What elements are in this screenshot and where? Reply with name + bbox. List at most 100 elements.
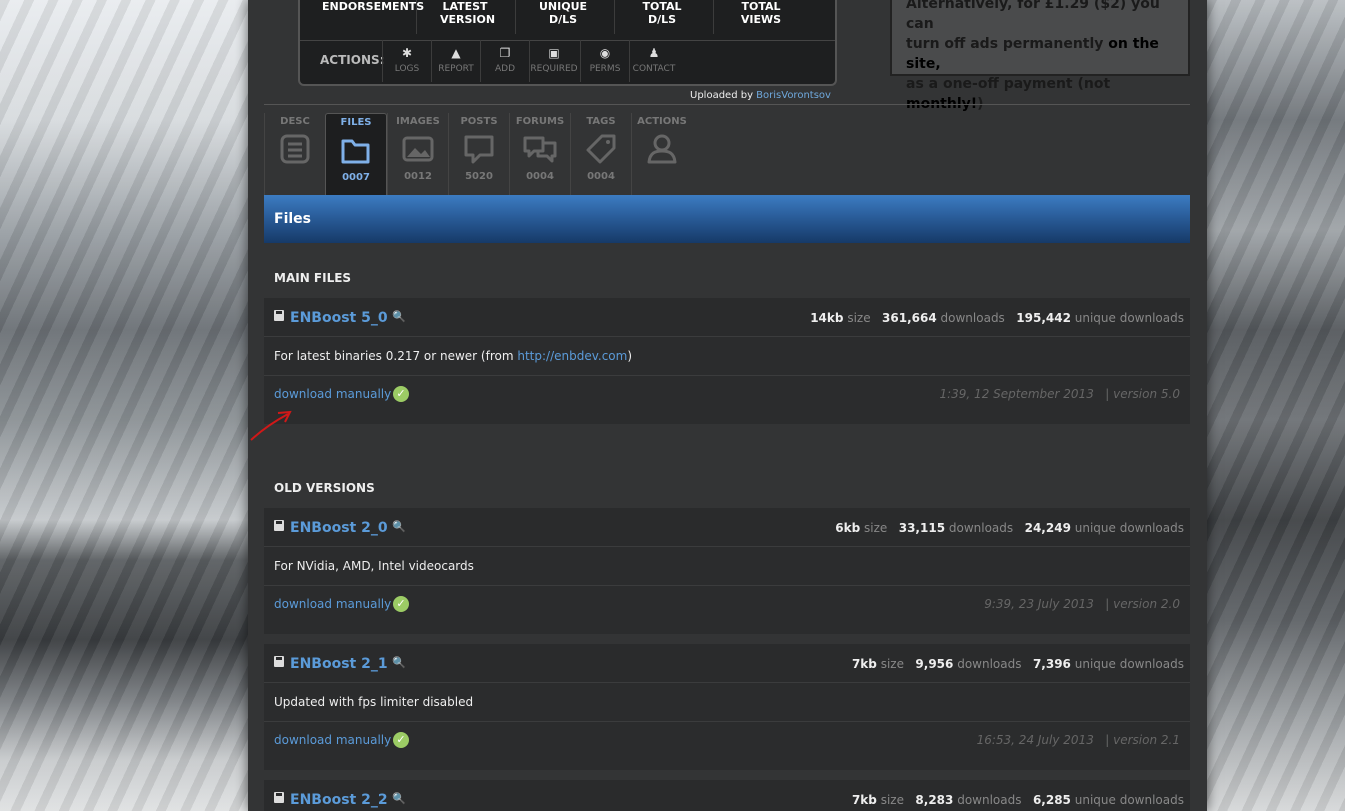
tab-count: 0007 <box>342 172 370 183</box>
tab-tags[interactable]: TAGS 0004 <box>570 113 631 197</box>
stat-endorsements-label: ENDORSEMENTS <box>322 0 425 13</box>
forums-icon <box>523 136 557 163</box>
divider <box>515 0 516 34</box>
folder-icon <box>341 139 370 164</box>
ad-line: turn off ads permanently <box>906 36 1109 52</box>
file-name-link[interactable]: ENBoost 2_2 <box>290 792 388 808</box>
unique-downloads-label: unique downloads <box>1074 311 1184 325</box>
downloads-label: downloads <box>948 521 1014 535</box>
size-label: size <box>880 793 904 807</box>
file-stats: 7kb size 8,283 downloads 6,285 unique do… <box>852 793 1184 807</box>
files-banner: Files <box>264 195 1190 243</box>
disk-icon <box>274 792 284 803</box>
stat-label-line: TOTAL <box>741 0 781 13</box>
tab-images[interactable]: IMAGES 0012 <box>387 113 448 197</box>
file-card: ENBoost 2_0 🔍 6kb size 33,115 downloads … <box>264 508 1190 634</box>
download-manually-link[interactable]: download manually <box>274 387 391 401</box>
background-mountains-left <box>0 0 248 811</box>
disk-icon <box>274 310 284 321</box>
description-text: ) <box>627 349 633 363</box>
search-icon[interactable]: 🔍 <box>392 656 406 669</box>
stat-label-line: UNIQUE <box>538 0 588 13</box>
download-manually-link[interactable]: download manually <box>274 733 391 747</box>
stat-endorsements: ENDORSEMENTS <box>322 0 424 13</box>
date-text: 9:39, 23 July 2013 <box>984 597 1094 611</box>
file-description: Updated with fps limiter disabled <box>264 683 1190 722</box>
file-card: ENBoost 2_2 🔍 7kb size 8,283 downloads 6… <box>264 780 1190 811</box>
contact-icon: ♟ <box>648 46 660 60</box>
desc-icon <box>280 134 310 164</box>
tab-label: IMAGES <box>396 116 440 127</box>
action-logs[interactable]: ✱ LOGS <box>382 40 431 82</box>
check-icon: ✓ <box>393 596 409 612</box>
file-name-link[interactable]: ENBoost 2_0 <box>290 520 388 536</box>
tab-label: TAGS <box>586 116 616 127</box>
stat-label-line: LATEST <box>442 0 488 13</box>
actions-label: ACTIONS: <box>320 53 385 67</box>
description-text: For latest binaries 0.217 or newer (from <box>274 349 518 363</box>
file-downloads: 33,115 <box>898 521 946 535</box>
file-size: 6kb <box>835 521 861 535</box>
file-size: 7kb <box>851 793 877 807</box>
action-report[interactable]: ▲ REPORT <box>431 40 480 82</box>
ad-box: Alternatively, for £1.29 ($2) you can tu… <box>890 0 1190 112</box>
tab-label: ACTIONS <box>637 116 687 127</box>
unique-downloads-label: unique downloads <box>1074 657 1184 671</box>
section-old-versions: OLD VERSIONS <box>274 481 375 495</box>
tab-count: 0004 <box>587 171 615 182</box>
search-icon[interactable]: 🔍 <box>392 520 406 533</box>
tab-actions[interactable]: ACTIONS <box>631 113 692 197</box>
tab-files[interactable]: FILES 0007 <box>325 113 387 198</box>
date-text: 1:39, 12 September 2013 <box>939 387 1094 401</box>
file-description: For NVidia, AMD, Intel videocards <box>264 547 1190 586</box>
tag-icon <box>586 134 616 164</box>
tab-posts[interactable]: POSTS 5020 <box>448 113 509 197</box>
mod-stats-panel: ENDORSEMENTS LATEST VERSION UNIQUE D/LS TO… <box>298 0 837 86</box>
file-description-text: For latest binaries 0.217 or newer (from… <box>274 349 632 363</box>
file-stats: 14kb size 361,664 downloads 195,442 uniq… <box>810 311 1184 325</box>
search-icon[interactable]: 🔍 <box>392 792 406 805</box>
download-manually-link[interactable]: download manually <box>274 597 391 611</box>
tab-desc[interactable]: DESC <box>264 113 325 197</box>
ad-line: Alternatively, for £1.29 ($2) you can <box>906 0 1160 32</box>
file-date: 16:53, 24 July 2013 | version 2.1 <box>977 733 1180 747</box>
search-icon[interactable]: 🔍 <box>392 310 406 323</box>
file-card: ENBoost 5_0 🔍 14kb size 361,664 download… <box>264 298 1190 424</box>
action-label: CONTACT <box>632 64 676 74</box>
tab-label: DESC <box>280 116 310 127</box>
action-add[interactable]: ❐ ADD <box>480 40 529 82</box>
tab-forums[interactable]: FORUMS 0004 <box>509 113 570 197</box>
unique-downloads-label: unique downloads <box>1074 521 1184 535</box>
action-perms[interactable]: ◉ PERMS <box>580 40 629 82</box>
file-footer: download manually ✓ 9:39, 23 July 2013 |… <box>264 586 1190 634</box>
unique-downloads-label: unique downloads <box>1074 793 1184 807</box>
file-name-link[interactable]: ENBoost 2_1 <box>290 656 388 672</box>
file-unique-downloads: 7,396 <box>1032 657 1071 671</box>
file-downloads: 9,956 <box>915 657 954 671</box>
file-header: ENBoost 5_0 🔍 14kb size 361,664 download… <box>264 298 1190 337</box>
version-text: | version 2.0 <box>1105 597 1180 611</box>
divider <box>713 0 714 34</box>
check-icon: ✓ <box>393 386 409 402</box>
main-page: ENDORSEMENTS LATEST VERSION UNIQUE D/LS TO… <box>248 0 1207 811</box>
downloads-label: downloads <box>940 311 1005 325</box>
file-downloads: 8,283 <box>915 793 954 807</box>
tab-count: 5020 <box>465 171 493 182</box>
stat-total-dls: TOTAL D/LS <box>637 0 687 26</box>
tab-count: 0012 <box>404 171 432 182</box>
tab-label: FILES <box>340 117 372 128</box>
uploader-link[interactable]: BorisVorontsov <box>756 90 831 101</box>
action-required[interactable]: ▣ REQUIRED <box>529 40 578 82</box>
file-date: 1:39, 12 September 2013 | version 5.0 <box>939 387 1180 401</box>
action-label: LOGS <box>394 64 420 74</box>
posts-icon <box>464 135 494 164</box>
tab-label: FORUMS <box>515 116 565 127</box>
enbdev-link[interactable]: http://enbdev.com <box>517 349 627 363</box>
file-card: ENBoost 2_1 🔍 7kb size 9,956 downloads 7… <box>264 644 1190 770</box>
file-name-link[interactable]: ENBoost 5_0 <box>290 310 388 326</box>
action-contact[interactable]: ♟ CONTACT <box>629 40 678 82</box>
file-date: 9:39, 23 July 2013 | version 2.0 <box>984 597 1180 611</box>
tab-label: POSTS <box>460 116 498 127</box>
description-text: Updated with fps limiter disabled <box>274 695 474 709</box>
file-size: 7kb <box>851 657 877 671</box>
